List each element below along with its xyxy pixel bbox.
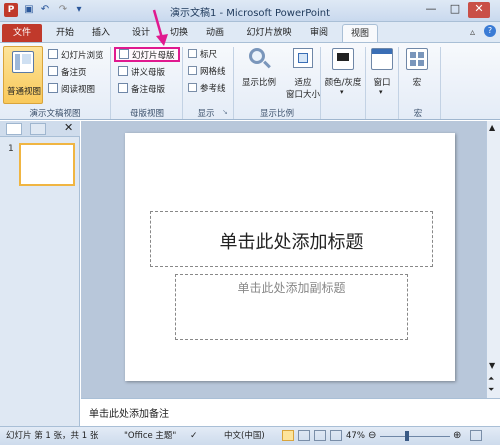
tab-home[interactable]: 开始 — [50, 24, 80, 42]
slide-canvas[interactable]: 单击此处添加标题 单击此处添加副标题 — [125, 133, 455, 381]
tab-review[interactable]: 审阅 — [304, 24, 334, 42]
tab-insert[interactable]: 插入 — [86, 24, 116, 42]
dialog-launcher-icon[interactable]: ↘ — [222, 108, 228, 116]
ribbon-minimize-icon[interactable]: ▵ — [470, 27, 475, 38]
group-label-zoom: 显示比例 — [259, 109, 294, 119]
handout-master-icon — [118, 66, 128, 76]
previous-slide-icon[interactable]: ⏶ — [488, 374, 494, 384]
help-icon[interactable]: ? — [484, 25, 496, 37]
notes-pane[interactable]: 单击此处添加备注 — [81, 398, 500, 426]
scroll-down-icon[interactable]: ▼ — [489, 361, 495, 370]
color-swatch-icon — [332, 48, 354, 70]
reading-view-icon — [48, 83, 58, 93]
slide-sorter-icon — [48, 49, 58, 59]
checkbox-icon — [188, 49, 197, 58]
notes-master-button[interactable]: 备注母版 — [118, 83, 165, 96]
title-placeholder[interactable]: 单击此处添加标题 — [150, 211, 433, 267]
next-slide-icon[interactable]: ⏷ — [488, 385, 494, 395]
ruler-checkbox[interactable]: 标尺 — [188, 49, 217, 62]
tab-animations[interactable]: 动画 — [200, 24, 230, 42]
arrow-down-icon — [152, 9, 168, 46]
normal-view-icon — [12, 51, 34, 73]
maximize-button[interactable]: □ — [444, 2, 466, 18]
subtitle-placeholder[interactable]: 单击此处添加副标题 — [175, 274, 408, 340]
group-label-presentation-views: 演示文稿视图 — [29, 109, 81, 119]
dropdown-arrow-icon: ▾ — [340, 88, 344, 96]
fit-window-icon — [293, 48, 313, 68]
zoom-percent[interactable]: 47% — [346, 427, 365, 445]
slideshow-status-icon[interactable] — [330, 430, 342, 441]
notes-master-icon — [118, 83, 128, 93]
window-button[interactable]: 窗口 ▾ — [368, 46, 396, 104]
notes-page-icon — [48, 66, 58, 76]
title-bar: P ▣ ↶ ↷ ▾ 演示文稿1 - Microsoft PowerPoint —… — [0, 0, 500, 22]
group-label-macros: 宏 — [413, 109, 423, 119]
normal-view-label: 普通视图 — [6, 87, 41, 97]
slide-master-button[interactable]: 幻灯片母版 — [114, 47, 180, 62]
checkbox-icon — [188, 83, 197, 92]
fit-slide-icon[interactable] — [470, 430, 482, 441]
zoom-slider[interactable] — [380, 436, 450, 437]
language-status[interactable]: 中文(中国) — [224, 427, 265, 445]
scroll-up-icon[interactable]: ▲ — [489, 123, 495, 132]
reading-view-button[interactable]: 阅读视图 — [48, 83, 95, 96]
tab-file[interactable]: 文件 — [2, 24, 42, 42]
group-separator — [110, 47, 111, 119]
macros-button[interactable]: 宏 — [402, 46, 432, 104]
slide-sorter-button[interactable]: 幻灯片浏览 — [48, 49, 104, 62]
fit-to-window-button[interactable]: 适应 窗口大小 — [282, 46, 324, 104]
theme-status: "Office 主题" — [124, 431, 177, 441]
spellcheck-icon[interactable]: ✓ — [190, 427, 198, 445]
close-pane-icon[interactable]: ✕ — [64, 121, 73, 134]
group-separator — [365, 47, 366, 119]
checkbox-icon — [188, 66, 197, 75]
minimize-button[interactable]: — — [420, 2, 442, 18]
tab-slideshow[interactable]: 幻灯片放映 — [238, 24, 300, 42]
zoom-slider-thumb[interactable] — [405, 431, 409, 441]
tab-view[interactable]: 视图 — [342, 24, 378, 42]
pane-tab-strip: ✕ — [0, 121, 80, 137]
dropdown-arrow-icon: ▾ — [379, 88, 383, 96]
outline-tab-icon[interactable] — [30, 123, 46, 135]
slide-sorter-status-icon[interactable] — [298, 430, 310, 441]
slide-number: 1 — [8, 144, 14, 154]
normal-view-status-icon[interactable] — [282, 430, 294, 441]
zoom-out-icon[interactable]: ⊖ — [368, 427, 376, 445]
guides-checkbox[interactable]: 参考线 — [188, 83, 226, 96]
color-grayscale-button[interactable]: 颜色/灰度 ▾ — [322, 46, 364, 104]
ribbon: 普通视图 幻灯片浏览 备注页 阅读视图 演示文稿视图 幻灯片母版 讲义母版 备注… — [0, 42, 500, 120]
ribbon-tab-bar: 文件 开始 插入 设计 切换 动画 幻灯片放映 审阅 视图 ▵ ? — [0, 22, 500, 42]
slides-tab-icon[interactable] — [6, 123, 22, 135]
vertical-scrollbar[interactable]: ▲ ▼ ⏶ ⏷ — [486, 121, 500, 398]
title-placeholder-text: 单击此处添加标题 — [219, 232, 364, 253]
slide-thumbnail[interactable] — [19, 143, 75, 186]
window-icon — [371, 48, 393, 70]
status-bar: 幻灯片 第 1 张，共 1 张 "Office 主题" ✓ 中文(中国) 47%… — [0, 426, 500, 445]
zoom-in-icon[interactable]: ⊕ — [453, 427, 461, 445]
gridlines-checkbox[interactable]: 网格线 — [188, 66, 226, 79]
group-separator — [440, 47, 441, 119]
subtitle-placeholder-text: 单击此处添加副标题 — [237, 281, 346, 295]
handout-master-button[interactable]: 讲义母版 — [118, 66, 165, 79]
notes-page-button[interactable]: 备注页 — [48, 66, 87, 79]
notes-placeholder: 单击此处添加备注 — [89, 409, 169, 420]
macro-icon — [406, 48, 428, 70]
zoom-button[interactable]: 显示比例 — [238, 46, 280, 104]
reading-view-status-icon[interactable] — [314, 430, 326, 441]
slide-master-icon — [119, 49, 129, 59]
close-button[interactable]: ✕ — [468, 2, 490, 18]
normal-view-button[interactable]: 普通视图 — [3, 46, 43, 104]
slide-count-status: 幻灯片 第 1 张，共 1 张 — [6, 431, 99, 441]
group-label-master-views: 母版视图 — [129, 109, 164, 119]
